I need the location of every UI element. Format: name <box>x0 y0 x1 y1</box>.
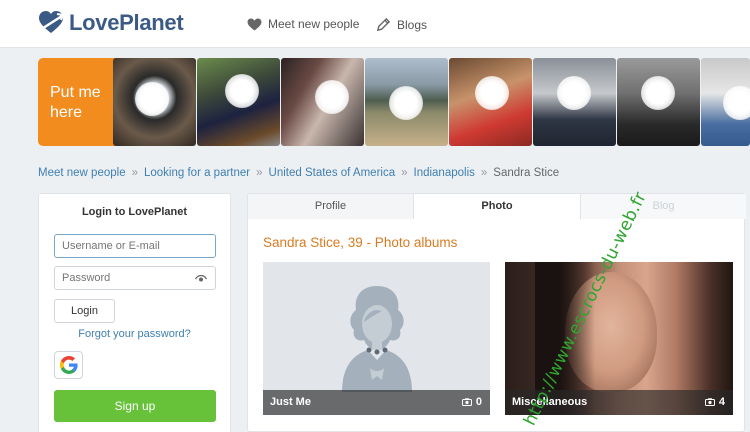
breadcrumb-link[interactable]: Meet new people <box>38 167 126 179</box>
member-thumb[interactable] <box>365 58 448 146</box>
put-me-line1: Put me <box>50 84 101 101</box>
album-name: Just Me <box>270 396 311 408</box>
heart-icon <box>247 18 262 31</box>
logo-text: LovePlanet <box>69 10 184 35</box>
blurred-face <box>225 74 259 108</box>
blurred-face <box>557 76 591 110</box>
album-photo-count: 0 <box>461 396 482 408</box>
member-thumb[interactable] <box>617 58 700 146</box>
breadcrumb: Meet new people » Looking for a partner » Un… <box>38 167 559 179</box>
member-thumb[interactable] <box>533 58 616 146</box>
nav-blogs[interactable]: Blogs <box>376 17 427 32</box>
blurred-face <box>475 76 509 110</box>
nav-meet-new-people[interactable]: Meet new people <box>247 17 359 31</box>
member-thumb[interactable] <box>701 58 750 146</box>
member-thumb[interactable] <box>197 58 280 146</box>
google-login-button[interactable] <box>54 351 83 379</box>
breadcrumb-separator: » <box>131 167 138 179</box>
breadcrumb-separator: » <box>401 167 408 179</box>
put-me-line2: here <box>50 104 83 121</box>
profile-tabs: Profile Photo Blog <box>248 194 746 220</box>
blurred-face <box>389 86 423 120</box>
tab-profile[interactable]: Profile <box>248 194 414 219</box>
header: LovePlanet Meet new people Blogs <box>0 0 750 48</box>
google-icon <box>59 356 78 374</box>
profile-panel: Profile Photo Blog Sandra Stice, 39 - Ph… <box>247 193 746 432</box>
password-input[interactable] <box>55 267 185 289</box>
blurred-face <box>641 76 675 110</box>
blurred-face <box>135 82 169 116</box>
eye-icon[interactable] <box>195 275 207 283</box>
blurred-face <box>315 80 349 114</box>
put-me-here-button[interactable]: Put me here <box>38 58 120 146</box>
member-thumb[interactable] <box>281 58 364 146</box>
member-photo-strip: Put me here <box>38 58 750 146</box>
member-thumb[interactable] <box>449 58 532 146</box>
female-silhouette-icon <box>342 286 412 392</box>
camera-icon <box>704 398 715 406</box>
album-count-value: 0 <box>475 396 482 408</box>
login-panel: Login to LovePlanet Login Forgot your pa… <box>38 193 231 432</box>
breadcrumb-link[interactable]: Indianapolis <box>414 167 475 179</box>
camera-icon <box>461 398 472 406</box>
tab-photo[interactable]: Photo <box>414 194 580 220</box>
password-field[interactable] <box>54 266 216 290</box>
breadcrumb-link[interactable]: Looking for a partner <box>144 167 250 179</box>
login-title: Login to LovePlanet <box>81 206 188 218</box>
album-count-value: 4 <box>718 396 725 408</box>
nav-blogs-label: Blogs <box>397 17 428 32</box>
forgot-password-link[interactable]: Forgot your password? <box>39 328 230 340</box>
breadcrumb-link[interactable]: United States of America <box>269 167 396 179</box>
logo[interactable]: LovePlanet <box>38 10 184 36</box>
username-input[interactable] <box>54 234 216 258</box>
tab-blog[interactable]: Blog <box>580 194 746 219</box>
album-photo-count: 4 <box>704 396 725 408</box>
albums-title: Sandra Stice, 39 - Photo albums <box>263 235 458 250</box>
nav-meet-label: Meet new people <box>268 17 360 31</box>
logo-heart-icon <box>39 11 64 33</box>
breadcrumb-separator: » <box>256 167 263 179</box>
album-bar: Just Me 0 <box>263 390 490 415</box>
signup-button[interactable]: Sign up <box>54 390 216 422</box>
login-button[interactable]: Login <box>54 299 115 323</box>
blurred-face <box>723 86 750 120</box>
breadcrumb-separator: » <box>480 167 488 179</box>
pencil-icon <box>376 17 391 32</box>
breadcrumb-current: Sandra Stice <box>493 167 560 179</box>
member-thumb[interactable] <box>113 58 196 146</box>
album-card[interactable]: Just Me 0 <box>263 262 490 415</box>
